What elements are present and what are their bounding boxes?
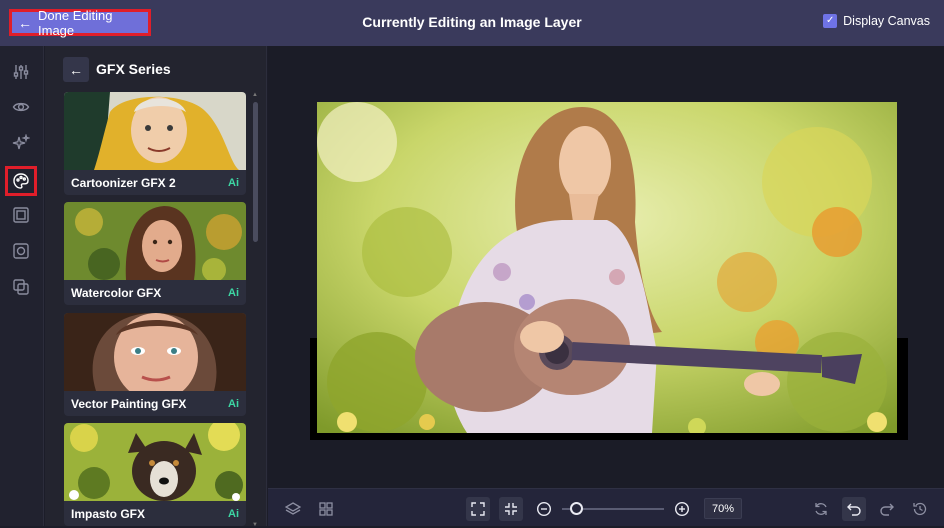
frame-icon[interactable] [10, 204, 32, 226]
edited-image-layer[interactable] [317, 102, 897, 433]
page-title: Currently Editing an Image Layer [362, 14, 582, 30]
ai-badge: Ai [228, 398, 239, 410]
layers-icon[interactable] [281, 497, 305, 521]
arrow-left-icon: ← [69, 61, 83, 78]
gfx-card-impasto[interactable]: Impasto GFX Ai [64, 423, 246, 526]
top-bar: ← Done Editing Image Currently Editing a… [0, 0, 944, 46]
ai-badge: Ai [228, 177, 239, 189]
layers-copy-icon[interactable] [10, 276, 32, 298]
shrink-icon[interactable] [499, 497, 523, 521]
zoom-in-icon[interactable] [670, 497, 694, 521]
panel-title: GFX Series [96, 61, 171, 77]
zoom-out-icon[interactable] [532, 497, 556, 521]
watercolor-thumbnail [64, 202, 246, 280]
eye-icon[interactable] [10, 96, 32, 118]
ai-badge: Ai [228, 287, 239, 299]
display-canvas-toggle[interactable]: ✓ Display Canvas [823, 14, 930, 28]
gfx-card-watercolor[interactable]: Watercolor GFX Ai [64, 202, 246, 305]
bottom-toolbar: 70% [268, 488, 944, 526]
back-button[interactable]: ← [63, 57, 89, 82]
sliders-icon[interactable] [10, 61, 32, 83]
tool-rail [0, 46, 44, 526]
grid-icon[interactable] [314, 497, 338, 521]
scrollbar-thumb[interactable] [253, 102, 258, 242]
history-icon[interactable] [908, 497, 932, 521]
gfx-series-panel: ← GFX Series Cartoonizer GFX 2 Ai Waterc… [45, 46, 267, 528]
scroll-up-icon[interactable]: ▲ [252, 92, 258, 98]
redo-icon[interactable] [875, 497, 899, 521]
display-canvas-label: Display Canvas [843, 14, 930, 28]
frame-stack-icon[interactable] [10, 240, 32, 262]
panel-scrollbar[interactable]: ▲ ▼ [252, 92, 259, 528]
zoom-level[interactable]: 70% [704, 498, 742, 519]
canvas-area[interactable] [268, 46, 944, 488]
cartoonizer-thumbnail [64, 92, 246, 170]
gfx-card-label: Watercolor GFX [71, 286, 162, 300]
fit-to-screen-icon[interactable] [466, 497, 490, 521]
gfx-card-label: Vector Painting GFX [71, 397, 187, 411]
zoom-slider-handle[interactable] [569, 502, 583, 515]
impasto-thumbnail [64, 423, 246, 501]
vector-painting-thumbnail [64, 313, 246, 391]
refresh-icon[interactable] [809, 497, 833, 521]
gfx-card-vector-painting[interactable]: Vector Painting GFX Ai [64, 313, 246, 416]
gfx-card-label: Cartoonizer GFX 2 [71, 176, 176, 190]
gfx-card-cartoonizer[interactable]: Cartoonizer GFX 2 Ai [64, 92, 246, 195]
checkbox-checked-icon[interactable]: ✓ [823, 14, 838, 28]
sparkles-icon[interactable] [10, 132, 32, 154]
undo-icon[interactable] [842, 497, 866, 521]
palette-icon[interactable] [5, 166, 37, 196]
scroll-down-icon[interactable]: ▼ [252, 522, 258, 528]
gfx-card-label: Impasto GFX [71, 507, 146, 521]
ai-badge: Ai [228, 508, 239, 520]
